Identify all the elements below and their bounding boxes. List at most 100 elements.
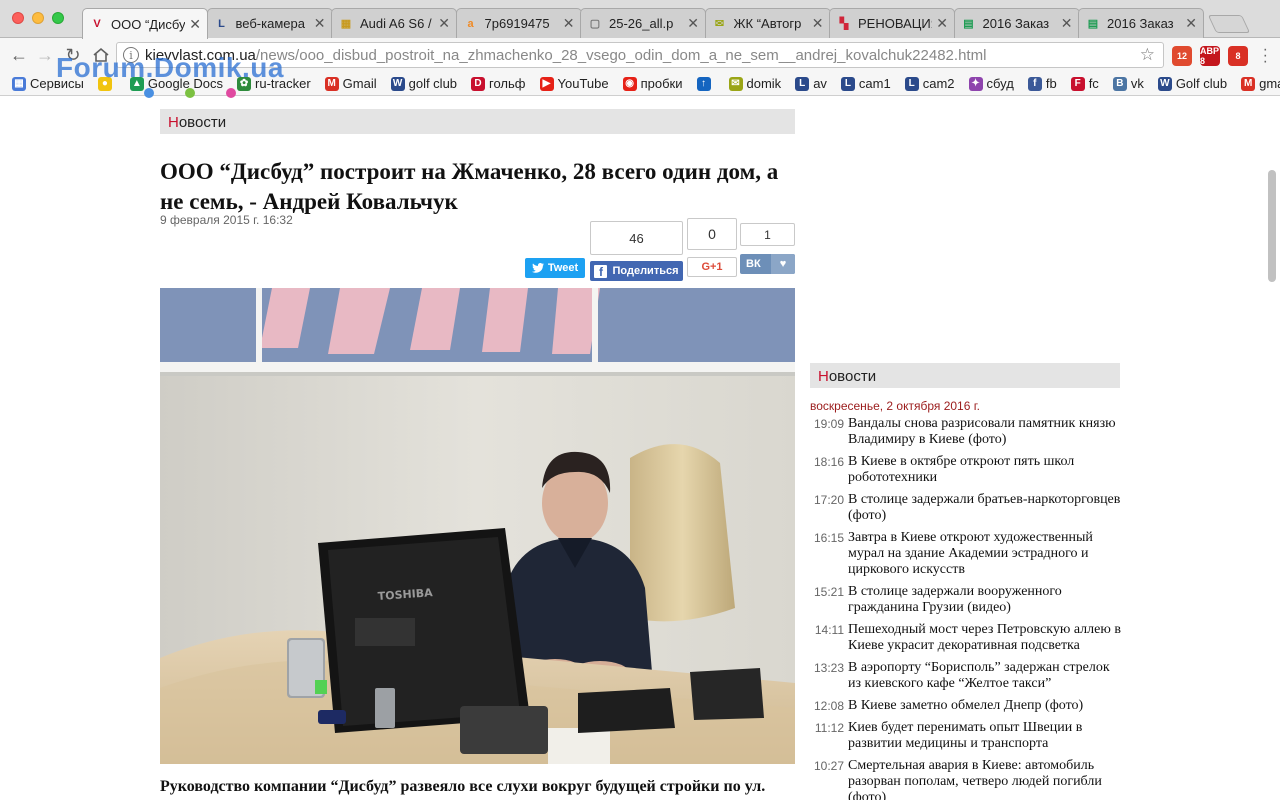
maximize-window-button[interactable] (52, 12, 64, 24)
bookmark-item[interactable]: Lav (795, 76, 827, 91)
tweet-button[interactable]: Tweet (525, 258, 585, 278)
bookmark-item[interactable]: W Golf club (1157, 76, 1228, 91)
news-time: 16:15 (813, 531, 844, 545)
news-title-link[interactable]: В аэропорту “Борисполь” задержан стрелок… (848, 660, 1122, 692)
tab-close-icon[interactable]: ✕ (1061, 15, 1073, 32)
extension-calendar-icon[interactable]: 12 (1172, 46, 1192, 66)
browser-tab[interactable]: V ООО “Дисбуд”✕ (82, 8, 208, 39)
minimize-window-button[interactable] (32, 12, 44, 24)
bookmark-item[interactable]: Ffc (1070, 76, 1099, 91)
close-window-button[interactable] (12, 12, 24, 24)
bookmark-label: gmail (1259, 76, 1280, 91)
bookmark-item[interactable]: M Gmail (324, 76, 377, 91)
tab-favicon-icon: ▦ (340, 18, 352, 30)
browser-tab[interactable]: a 7p6919475 ✕ (455, 8, 582, 38)
news-item[interactable]: 12:08 В Киеве заметно обмелел Днепр (фото… (810, 698, 1122, 714)
tab-favicon-icon: ▢ (589, 18, 601, 30)
article-photo: TOSHIBA (160, 288, 795, 764)
browser-tab[interactable]: Lвеб-камера ✕ (206, 8, 333, 38)
tab-close-icon[interactable]: ✕ (1185, 15, 1197, 32)
tab-close-icon[interactable]: ✕ (438, 15, 450, 32)
news-time: 12:08 (813, 699, 844, 713)
news-title-link[interactable]: В столице задержали братьев-наркоторговц… (848, 492, 1122, 524)
facebook-share-label: Поделиться (612, 265, 679, 277)
vk-share-button[interactable]: ВК ♥ (740, 254, 795, 274)
tab-strip: VООО “Дисбуд”✕Lвеб-камера✕▦Audi A6 S6 /✕… (0, 0, 1280, 39)
facebook-icon: f (594, 264, 608, 278)
news-item[interactable]: 13:23 В аэропорту “Борисполь” задержан ст… (810, 660, 1122, 692)
bookmark-item[interactable]: Dгольф (471, 76, 526, 91)
tab-close-icon[interactable]: ✕ (314, 15, 326, 32)
tab-close-icon[interactable]: ✕ (687, 15, 699, 32)
bookmark-label: Golf club (1175, 76, 1228, 91)
news-title-link[interactable]: Смертельная авария в Киеве: автомобиль р… (848, 758, 1122, 800)
bookmark-label: golf club (408, 76, 458, 91)
tab-label: 7p6919475 (484, 16, 550, 31)
facebook-share-button[interactable]: f Поделиться (590, 261, 683, 281)
vk-label: ВК (746, 258, 761, 270)
tab-close-icon[interactable]: ✕ (936, 15, 948, 32)
browser-tab[interactable]: ▤ 2016 Заказ ✕ (953, 8, 1080, 38)
news-item[interactable]: 11:12 Киев будет перенимать опыт Швеции в… (810, 720, 1122, 752)
browser-tab[interactable]: ▤ 2016 Заказ ✕ (1078, 8, 1204, 38)
tab-close-icon[interactable]: ✕ (812, 15, 824, 32)
tab-label: РЕНОВАЦИЯ (858, 16, 933, 31)
bookmark-label: cam1 (858, 76, 891, 91)
news-item[interactable]: 10:27 Смертельная авария в Киеве: автомоб… (810, 758, 1122, 800)
news-item[interactable]: 17:20 В столице задержали братьев-наркото… (810, 492, 1122, 524)
browser-tab[interactable]: ▢ 25-26_all.p ✕ (580, 8, 706, 38)
news-item[interactable]: 16:15 Завтра в Киеве откроют художественн… (810, 530, 1122, 578)
bookmark-item[interactable]: Lcam2 (904, 76, 955, 91)
sidebar-section-header[interactable]: Новости (810, 363, 1120, 388)
page-scrollbar-thumb[interactable] (1268, 170, 1276, 282)
bookmark-icon: L (840, 76, 855, 91)
extension-adblock-icon[interactable]: ABP 8 (1200, 46, 1220, 66)
news-item[interactable]: 15:21 В столице задержали вооруженного гр… (810, 584, 1122, 616)
news-time: 19:09 (813, 417, 844, 431)
news-title-link[interactable]: В столице задержали вооруженного граждан… (848, 584, 1122, 616)
browser-menu-icon[interactable]: · · · (1263, 42, 1268, 70)
back-button[interactable]: ← (8, 44, 30, 66)
forward-button[interactable]: → (34, 44, 56, 66)
news-title-link[interactable]: В Киеве заметно обмелел Днепр (фото) (848, 698, 1122, 714)
browser-tab[interactable]: ▚ РЕНОВАЦИЯ ✕ (829, 8, 955, 38)
news-item[interactable]: 18:16 В Киеве в октябре откроют пять школ… (810, 454, 1122, 486)
news-title-link[interactable]: Пешеходный мост через Петровскую аллею в… (848, 622, 1122, 654)
bookmark-item[interactable]: ✉ domik (728, 76, 781, 91)
bookmark-star-icon[interactable]: ☆ (1140, 45, 1155, 65)
heart-icon[interactable]: ♥ (771, 254, 795, 274)
sidebar-news-list: 19:09 Вандалы снова разрисовали памятник … (810, 416, 1122, 800)
browser-tab[interactable]: ✉ ЖК “Автогр ✕ (704, 8, 831, 38)
extension-notifier-icon[interactable]: 8 (1228, 46, 1248, 66)
section-header-initial: Н (168, 114, 179, 131)
bookmark-icon: ▶ (539, 76, 554, 91)
news-title-link[interactable]: Киев будет перенимать опыт Швеции в разв… (848, 720, 1122, 752)
news-item[interactable]: 19:09 Вандалы снова разрисовали памятник … (810, 416, 1122, 448)
bookmark-item[interactable]: Lcam1 (840, 76, 891, 91)
bookmark-item[interactable]: f fb (1027, 76, 1057, 91)
bookmark-item[interactable]: Wgolf club (390, 76, 458, 91)
bookmark-item[interactable]: ↑ (696, 76, 715, 91)
news-title-link[interactable]: В Киеве в октябре откроют пять школ робо… (848, 454, 1122, 486)
bookmark-item[interactable]: ◉ пробки (622, 76, 683, 91)
twitter-bird-icon (531, 263, 544, 273)
news-title-link[interactable]: Завтра в Киеве откроют художественный му… (848, 530, 1122, 578)
bookmark-item[interactable]: ✦ сбуд (968, 76, 1014, 91)
tab-label: веб-камера (235, 16, 305, 31)
news-item[interactable]: 14:11 Пешеходный мост через Петровскую ал… (810, 622, 1122, 654)
bookmark-item[interactable]: Bvk (1112, 76, 1144, 91)
tab-label: Audi A6 S6 / (360, 16, 432, 31)
bookmark-item[interactable]: ▶ YouTube (539, 76, 609, 91)
gplus-button[interactable]: G+1 (687, 257, 737, 277)
new-tab-button[interactable] (1207, 15, 1251, 33)
news-time: 11:12 (814, 721, 844, 735)
tab-close-icon[interactable]: ✕ (189, 16, 201, 33)
tab-favicon-icon: ✉ (714, 18, 725, 30)
bookmark-item[interactable]: Mgmail (1241, 76, 1280, 91)
news-title-link[interactable]: Вандалы снова разрисовали памятник князю… (848, 416, 1122, 448)
watermark-dot (144, 88, 154, 98)
section-header[interactable]: Новости (160, 109, 795, 134)
browser-tab[interactable]: ▦ Audi A6 S6 / ✕ (331, 8, 457, 38)
tab-close-icon[interactable]: ✕ (563, 15, 575, 32)
bookmark-label: YouTube (557, 76, 609, 91)
